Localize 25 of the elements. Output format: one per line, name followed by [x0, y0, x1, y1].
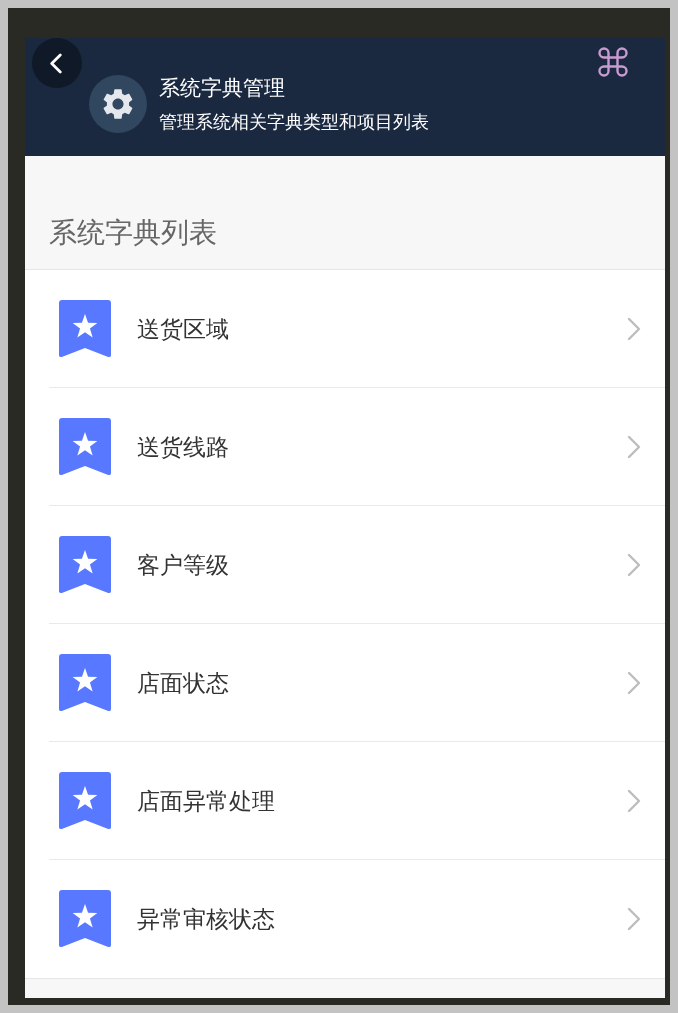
bookmark-star-icon — [59, 299, 111, 358]
bookmark-star-icon — [59, 653, 111, 712]
command-icon[interactable] — [598, 47, 628, 77]
chevron-right-icon — [627, 316, 641, 341]
chevron-right-icon — [627, 670, 641, 695]
page-subtitle: 管理系统相关字典类型和项目列表 — [159, 110, 429, 134]
list-item[interactable]: 异常审核状态 — [25, 860, 665, 978]
page-title: 系统字典管理 — [159, 75, 286, 102]
bookmark-star-icon — [59, 771, 111, 830]
list-item[interactable]: 客户等级 — [25, 506, 665, 624]
list-item[interactable]: 店面状态 — [25, 624, 665, 742]
chevron-right-icon — [627, 552, 641, 577]
back-button[interactable] — [32, 38, 82, 88]
bookmark-star-icon — [59, 890, 111, 948]
bookmark-star-icon — [59, 417, 111, 476]
list-item[interactable]: 店面异常处理 — [25, 742, 665, 860]
section-heading: 系统字典列表 — [49, 215, 217, 251]
list-item[interactable]: 送货线路 — [25, 388, 665, 506]
chevron-left-icon — [49, 52, 62, 74]
chevron-right-icon — [627, 907, 641, 931]
chevron-right-icon — [627, 788, 641, 813]
bookmark-star-icon — [59, 535, 111, 594]
chevron-right-icon — [627, 434, 641, 459]
gear-icon — [89, 75, 147, 133]
list-item[interactable]: 送货区域 — [25, 270, 665, 388]
